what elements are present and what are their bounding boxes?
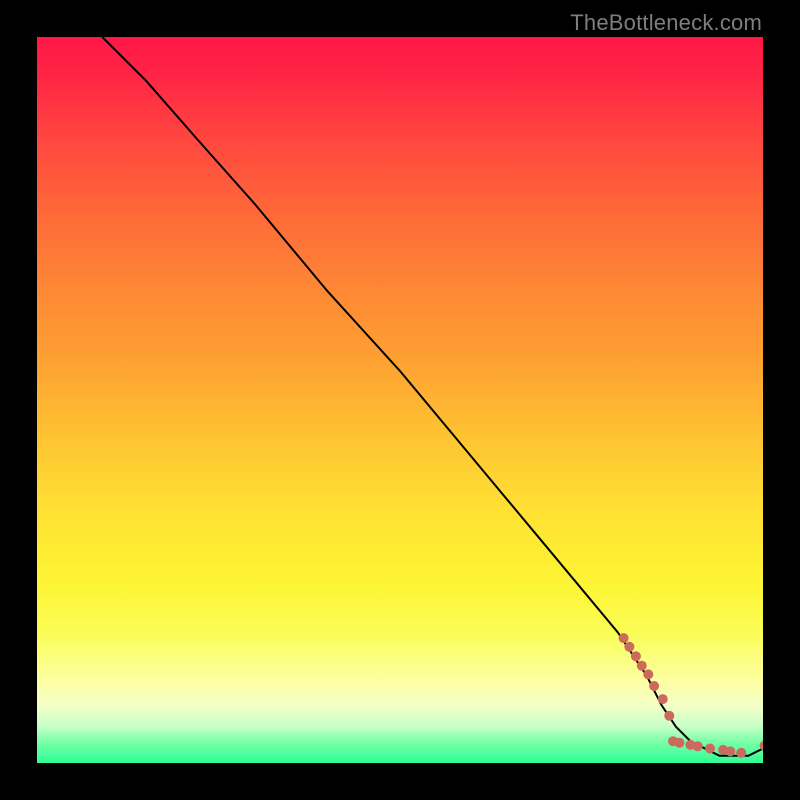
data-marker <box>649 681 659 691</box>
attribution-label: TheBottleneck.com <box>570 10 762 36</box>
data-marker <box>705 744 715 754</box>
data-marker <box>658 694 668 704</box>
chart-svg-layer <box>37 37 763 763</box>
marker-group <box>619 633 763 758</box>
data-marker <box>693 741 703 751</box>
data-marker <box>725 746 735 756</box>
bottleneck-curve <box>102 37 763 756</box>
data-marker <box>675 738 685 748</box>
data-marker <box>736 748 746 758</box>
data-marker <box>624 642 634 652</box>
data-marker <box>664 711 674 721</box>
data-marker <box>631 651 641 661</box>
chart-plot-area <box>37 37 763 763</box>
data-marker <box>637 661 647 671</box>
data-marker <box>619 633 629 643</box>
data-marker <box>643 669 653 679</box>
